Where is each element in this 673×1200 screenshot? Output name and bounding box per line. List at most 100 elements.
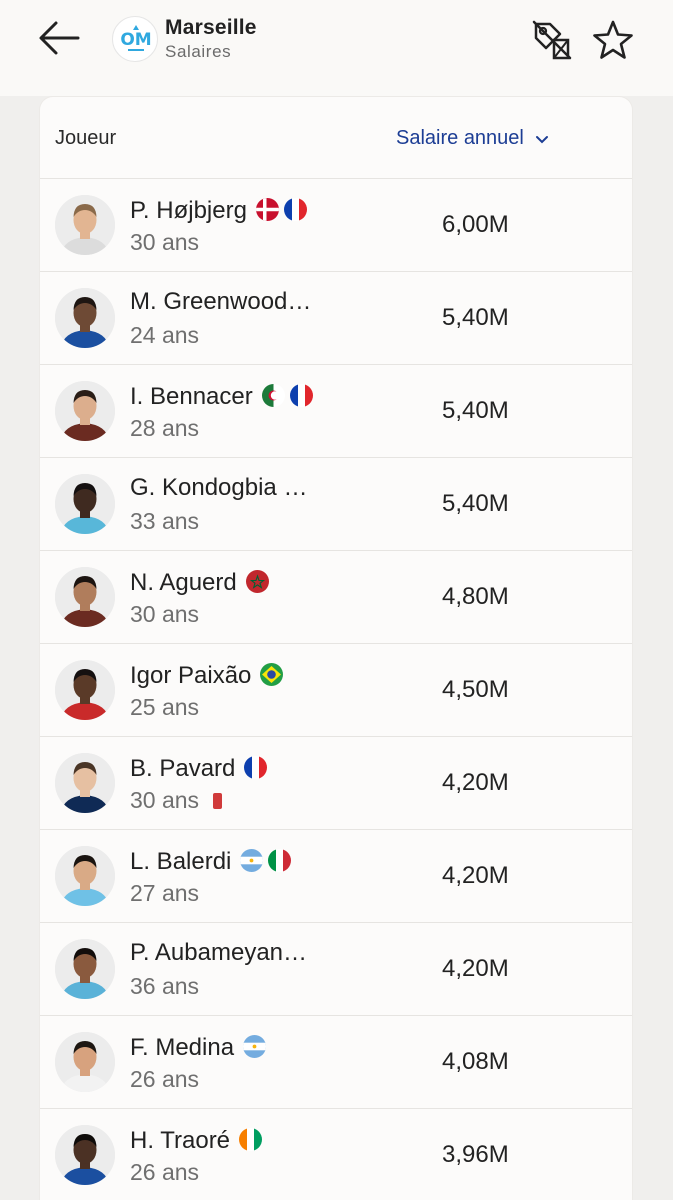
player-row[interactable]: I. Bennacer 28 ans 5,40M (40, 365, 632, 458)
player-row[interactable]: G. Kondogbia … 33 ans 5,40M (40, 458, 632, 551)
player-salary: 5,40M (442, 304, 509, 331)
player-salary: 4,20M (442, 955, 509, 982)
compare-tag-icon (532, 20, 572, 60)
player-avatar (55, 288, 115, 348)
player-age-text: 30 ans (130, 229, 200, 255)
player-age: 30 ans (130, 601, 199, 628)
player-name: Igor Paixão (130, 660, 284, 690)
player-salary: 5,40M (442, 397, 509, 424)
player-name-text: H. Traoré (130, 1127, 231, 1154)
player-row[interactable]: Igor Paixão 25 ans 4,50M (40, 644, 632, 737)
nationality-flags (257, 381, 313, 409)
player-salary: 4,20M (442, 862, 509, 889)
flag-argentina-icon (240, 849, 264, 873)
compare-button[interactable] (530, 18, 574, 62)
player-salary: 5,40M (442, 490, 509, 517)
player-avatar (55, 753, 115, 813)
player-age-text: 30 ans (130, 787, 200, 813)
top-app-bar: OM Marseille Salaires (0, 0, 673, 96)
flag-italy-icon (268, 849, 292, 873)
player-age: 33 ans (130, 508, 199, 535)
player-avatar (55, 846, 115, 906)
nationality-flags (235, 846, 292, 874)
player-age: 26 ans (130, 1066, 199, 1093)
nationality-flags (241, 567, 269, 595)
chevron-down-icon (535, 127, 549, 150)
player-age: 26 ans (130, 1159, 199, 1186)
player-salary: 4,08M (442, 1048, 509, 1075)
flag-brazil-icon (260, 663, 284, 687)
player-name-text: L. Balerdi (130, 848, 232, 875)
column-player-label: Joueur (55, 127, 117, 149)
player-row[interactable]: F. Medina 26 ans 4,08M (40, 1016, 632, 1109)
player-name-text: N. Aguerd (130, 569, 237, 596)
player-age-text: 24 ans (130, 322, 200, 348)
player-row[interactable]: M. Greenwood… 24 ans 5,40M (40, 272, 632, 365)
player-name-text: B. Pavard (130, 755, 236, 782)
player-avatar (55, 1032, 115, 1092)
player-name: L. Balerdi (130, 846, 292, 876)
player-name-text: P. Aubameyan… (130, 939, 308, 966)
flag-france-icon (283, 198, 307, 222)
flag-france-icon (244, 756, 268, 780)
player-name: N. Aguerd (130, 567, 269, 597)
player-name: M. Greenwood… (130, 288, 311, 316)
player-row[interactable]: H. Traoré 26 ans 3,96M (40, 1109, 632, 1200)
svg-text:OM: OM (120, 30, 151, 50)
player-avatar (55, 474, 115, 534)
player-age: 30 ans (130, 229, 199, 256)
player-name: F. Medina (130, 1032, 267, 1062)
player-age-text: 28 ans (130, 415, 200, 441)
flag-denmark-icon (255, 198, 279, 222)
player-age-text: 33 ans (130, 508, 200, 534)
back-button[interactable] (36, 16, 84, 60)
club-name: Marseille (165, 16, 257, 39)
player-avatar (55, 381, 115, 441)
nationality-flags (238, 1032, 267, 1060)
favorite-button[interactable] (591, 18, 635, 62)
player-avatar (55, 660, 115, 720)
flag-algeria-icon (261, 384, 285, 408)
player-name-text: Igor Paixão (130, 662, 252, 689)
player-salary: 4,80M (442, 583, 509, 610)
player-row[interactable]: L. Balerdi 27 ans 4,20M (40, 830, 632, 923)
club-logo: OM (112, 16, 158, 62)
player-age-text: 30 ans (130, 601, 200, 627)
flag-france-icon (289, 384, 313, 408)
arrow-left-icon (39, 21, 80, 55)
player-age-text: 36 ans (130, 973, 200, 999)
sort-dropdown[interactable]: Salaire annuel (396, 127, 549, 150)
player-name-text: F. Medina (130, 1034, 235, 1061)
player-name-text: M. Greenwood… (130, 288, 312, 315)
player-age-text: 26 ans (130, 1159, 200, 1185)
player-age-text: 25 ans (130, 694, 200, 720)
flag-argentina-icon (243, 1035, 267, 1059)
player-name: I. Bennacer (130, 381, 313, 411)
player-name: H. Traoré (130, 1125, 263, 1155)
player-age-text: 26 ans (130, 1066, 200, 1092)
player-age-text: 27 ans (130, 880, 200, 906)
flag-ivory-coast-icon (239, 1128, 263, 1152)
player-avatar (55, 195, 115, 255)
player-name-text: G. Kondogbia … (130, 474, 308, 501)
player-name: P. Aubameyan… (130, 939, 307, 967)
nationality-flags (251, 195, 307, 223)
player-name: P. Højbjerg (130, 195, 307, 225)
player-row[interactable]: P. Aubameyan… 36 ans 4,20M (40, 923, 632, 1016)
flag-morocco-icon (245, 570, 269, 594)
nationality-flags (255, 660, 284, 688)
table-header: Joueur Salaire annuel (40, 97, 632, 179)
player-row[interactable]: B. Pavard 30 ans 4,20M (40, 737, 632, 830)
player-row[interactable]: P. Højbjerg 30 ans 6,00M (40, 179, 632, 272)
player-row[interactable]: N. Aguerd 30 ans 4,80M (40, 551, 632, 644)
player-salary: 4,20M (442, 769, 509, 796)
player-salary: 3,96M (442, 1141, 509, 1168)
player-salary: 6,00M (442, 211, 509, 238)
player-name-text: P. Højbjerg (130, 197, 247, 224)
salary-table: Joueur Salaire annuel P. Højbjerg 30 ans 6… (39, 96, 633, 1200)
player-name: G. Kondogbia … (130, 474, 307, 502)
page-subtitle: Salaires (165, 42, 232, 61)
player-avatar (55, 567, 115, 627)
player-name: B. Pavard (130, 753, 268, 783)
red-card-icon (213, 793, 223, 809)
